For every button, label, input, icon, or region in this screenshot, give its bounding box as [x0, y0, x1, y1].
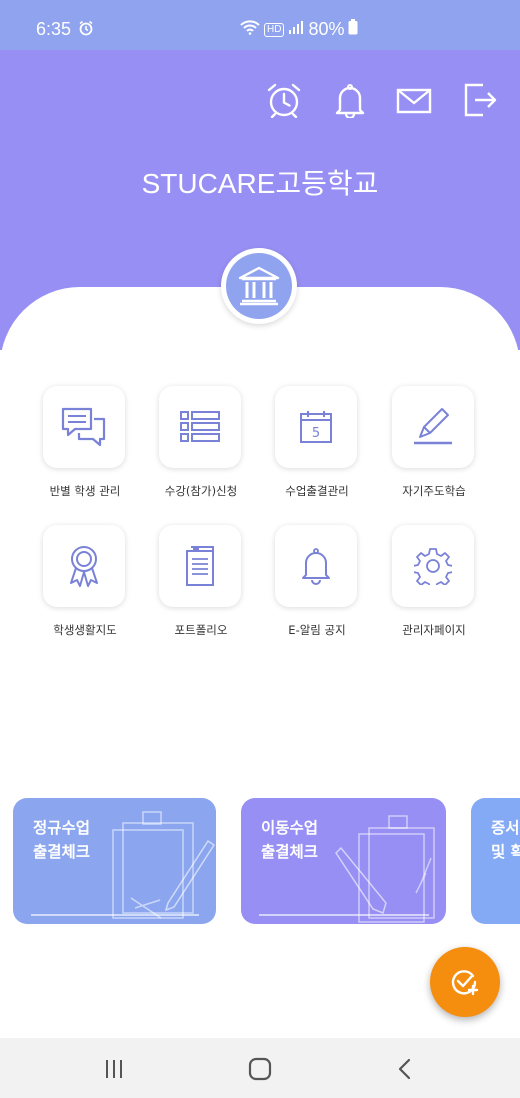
logout-icon[interactable]: [461, 82, 497, 118]
list-icon: [180, 411, 220, 442]
clipboard-icon: [186, 546, 214, 586]
alarm-clock-icon[interactable]: [266, 82, 302, 119]
school-badge: [221, 248, 297, 324]
menu-label: 학생생활지도: [53, 623, 117, 637]
menu-icon-box[interactable]: 5: [275, 386, 357, 468]
menu-icon-box[interactable]: [275, 525, 357, 607]
menu-label: 포트폴리오: [174, 623, 228, 637]
card-moving-attendance[interactable]: 이동수업 출결체크: [241, 798, 446, 924]
bell-icon: [302, 548, 330, 585]
wifi-icon: [240, 19, 260, 40]
status-indicators: HD 80%: [240, 19, 358, 40]
card-title: 이동수업 출결체크: [261, 819, 319, 861]
battery-icon: [348, 19, 358, 40]
menu-class-students[interactable]: 반별 학생 관리: [27, 386, 143, 498]
card-title: 정규수업 출결체크: [33, 819, 91, 861]
chat-bubbles-icon: [61, 407, 106, 447]
menu-icon-box[interactable]: [159, 525, 241, 607]
menu-portfolio[interactable]: 포트폴리오: [143, 525, 259, 637]
status-time: 6:35: [36, 19, 72, 39]
school-building-icon: [238, 266, 280, 306]
calendar-day: 5: [312, 426, 320, 441]
pencil-icon: [414, 408, 452, 445]
mail-icon[interactable]: [396, 82, 432, 118]
menu-course-registration[interactable]: 수강(참가)신청: [143, 386, 259, 498]
menu-e-notice[interactable]: E-알림 공지: [259, 525, 375, 637]
signal-icon: [288, 19, 304, 40]
award-ribbon-icon: [70, 546, 98, 587]
gear-icon: [414, 548, 452, 585]
card-title: 증서 및 확: [491, 819, 520, 861]
card-certificate[interactable]: 증서 및 확: [471, 798, 520, 924]
menu-self-study[interactable]: 자기주도학습: [376, 386, 492, 498]
card-underline: [259, 914, 429, 916]
menu-student-guidance[interactable]: 학생생활지도: [27, 525, 143, 637]
system-navbar: [0, 1038, 520, 1098]
menu-icon-box[interactable]: [43, 525, 125, 607]
check-add-fab[interactable]: [430, 947, 500, 1017]
alarm-status-icon: [78, 20, 94, 41]
menu-label: 수강(참가)신청: [164, 484, 238, 498]
battery-percent: 80%: [308, 19, 345, 39]
menu-icon-box[interactable]: [43, 386, 125, 468]
menu-label: E-알림 공지: [288, 623, 346, 637]
card-regular-attendance[interactable]: 정규수업 출결체크: [13, 798, 216, 924]
school-title: STUCARE고등학교: [141, 168, 379, 199]
menu-icon-box[interactable]: [392, 525, 474, 607]
card-underline: [31, 914, 199, 916]
status-bar: 6:35 HD 80%: [0, 0, 520, 50]
menu-attendance[interactable]: 5 수업출결관리: [259, 386, 375, 498]
menu-icon-box[interactable]: [159, 386, 241, 468]
menu-label: 반별 학생 관리: [49, 484, 121, 498]
hd-badge: HD: [264, 22, 285, 37]
menu-icon-box[interactable]: [392, 386, 474, 468]
menu-label: 수업출결관리: [285, 484, 349, 498]
calendar-icon: 5: [300, 411, 332, 443]
bell-icon[interactable]: [332, 82, 368, 120]
menu-label: 자기주도학습: [402, 484, 466, 498]
check-add-icon: [451, 970, 479, 996]
back-icon[interactable]: [390, 1056, 420, 1082]
menu-admin-page[interactable]: 관리자페이지: [376, 525, 492, 637]
recent-apps-icon[interactable]: [100, 1056, 130, 1082]
home-icon[interactable]: [245, 1056, 275, 1082]
menu-label: 관리자페이지: [402, 623, 466, 637]
